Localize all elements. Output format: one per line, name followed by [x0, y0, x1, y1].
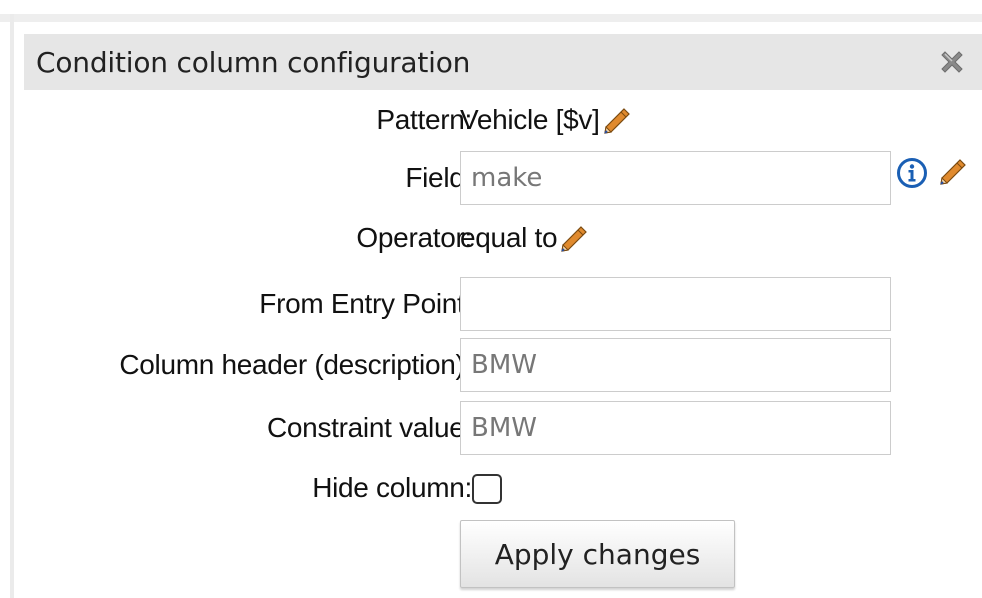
field-input-value: make	[471, 163, 543, 193]
close-icon[interactable]	[936, 46, 968, 78]
pattern-value-text: Vehicle [$v]	[460, 104, 600, 135]
column-header-label: Column header (description):	[119, 349, 472, 380]
field-input[interactable]: make	[460, 151, 891, 205]
dialog-titlebar: Condition column configuration	[24, 34, 982, 90]
operator-value-text: equal to	[460, 222, 558, 253]
entry-point-label: From Entry Point:	[259, 288, 472, 319]
entry-point-input[interactable]	[460, 277, 891, 331]
page-top	[0, 0, 982, 14]
info-icon[interactable]	[896, 157, 928, 189]
hide-column-checkbox[interactable]	[472, 474, 502, 504]
constraint-value-input[interactable]: BMW	[460, 401, 891, 455]
field-pencil-icon[interactable]	[936, 157, 968, 189]
column-header-input[interactable]: BMW	[460, 338, 891, 392]
hide-column-label: Hide column:	[312, 472, 472, 503]
condition-column-dialog: Condition column configuration Pattern: …	[14, 22, 982, 598]
apply-changes-button[interactable]: Apply changes	[460, 520, 735, 588]
page-top-border	[0, 14, 982, 22]
constraint-value-input-value: BMW	[471, 413, 537, 443]
constraint-value-label: Constraint value:	[266, 412, 472, 443]
dialog-title: Condition column configuration	[36, 45, 471, 79]
column-header-input-value: BMW	[471, 350, 537, 380]
pattern-value: Vehicle [$v]	[460, 104, 632, 138]
operator-label: Operator:	[356, 222, 472, 253]
operator-pencil-icon[interactable]	[557, 224, 589, 256]
pattern-label: Pattern:	[376, 104, 472, 135]
pencil-icon[interactable]	[600, 106, 632, 138]
operator-value: equal to	[460, 222, 589, 256]
